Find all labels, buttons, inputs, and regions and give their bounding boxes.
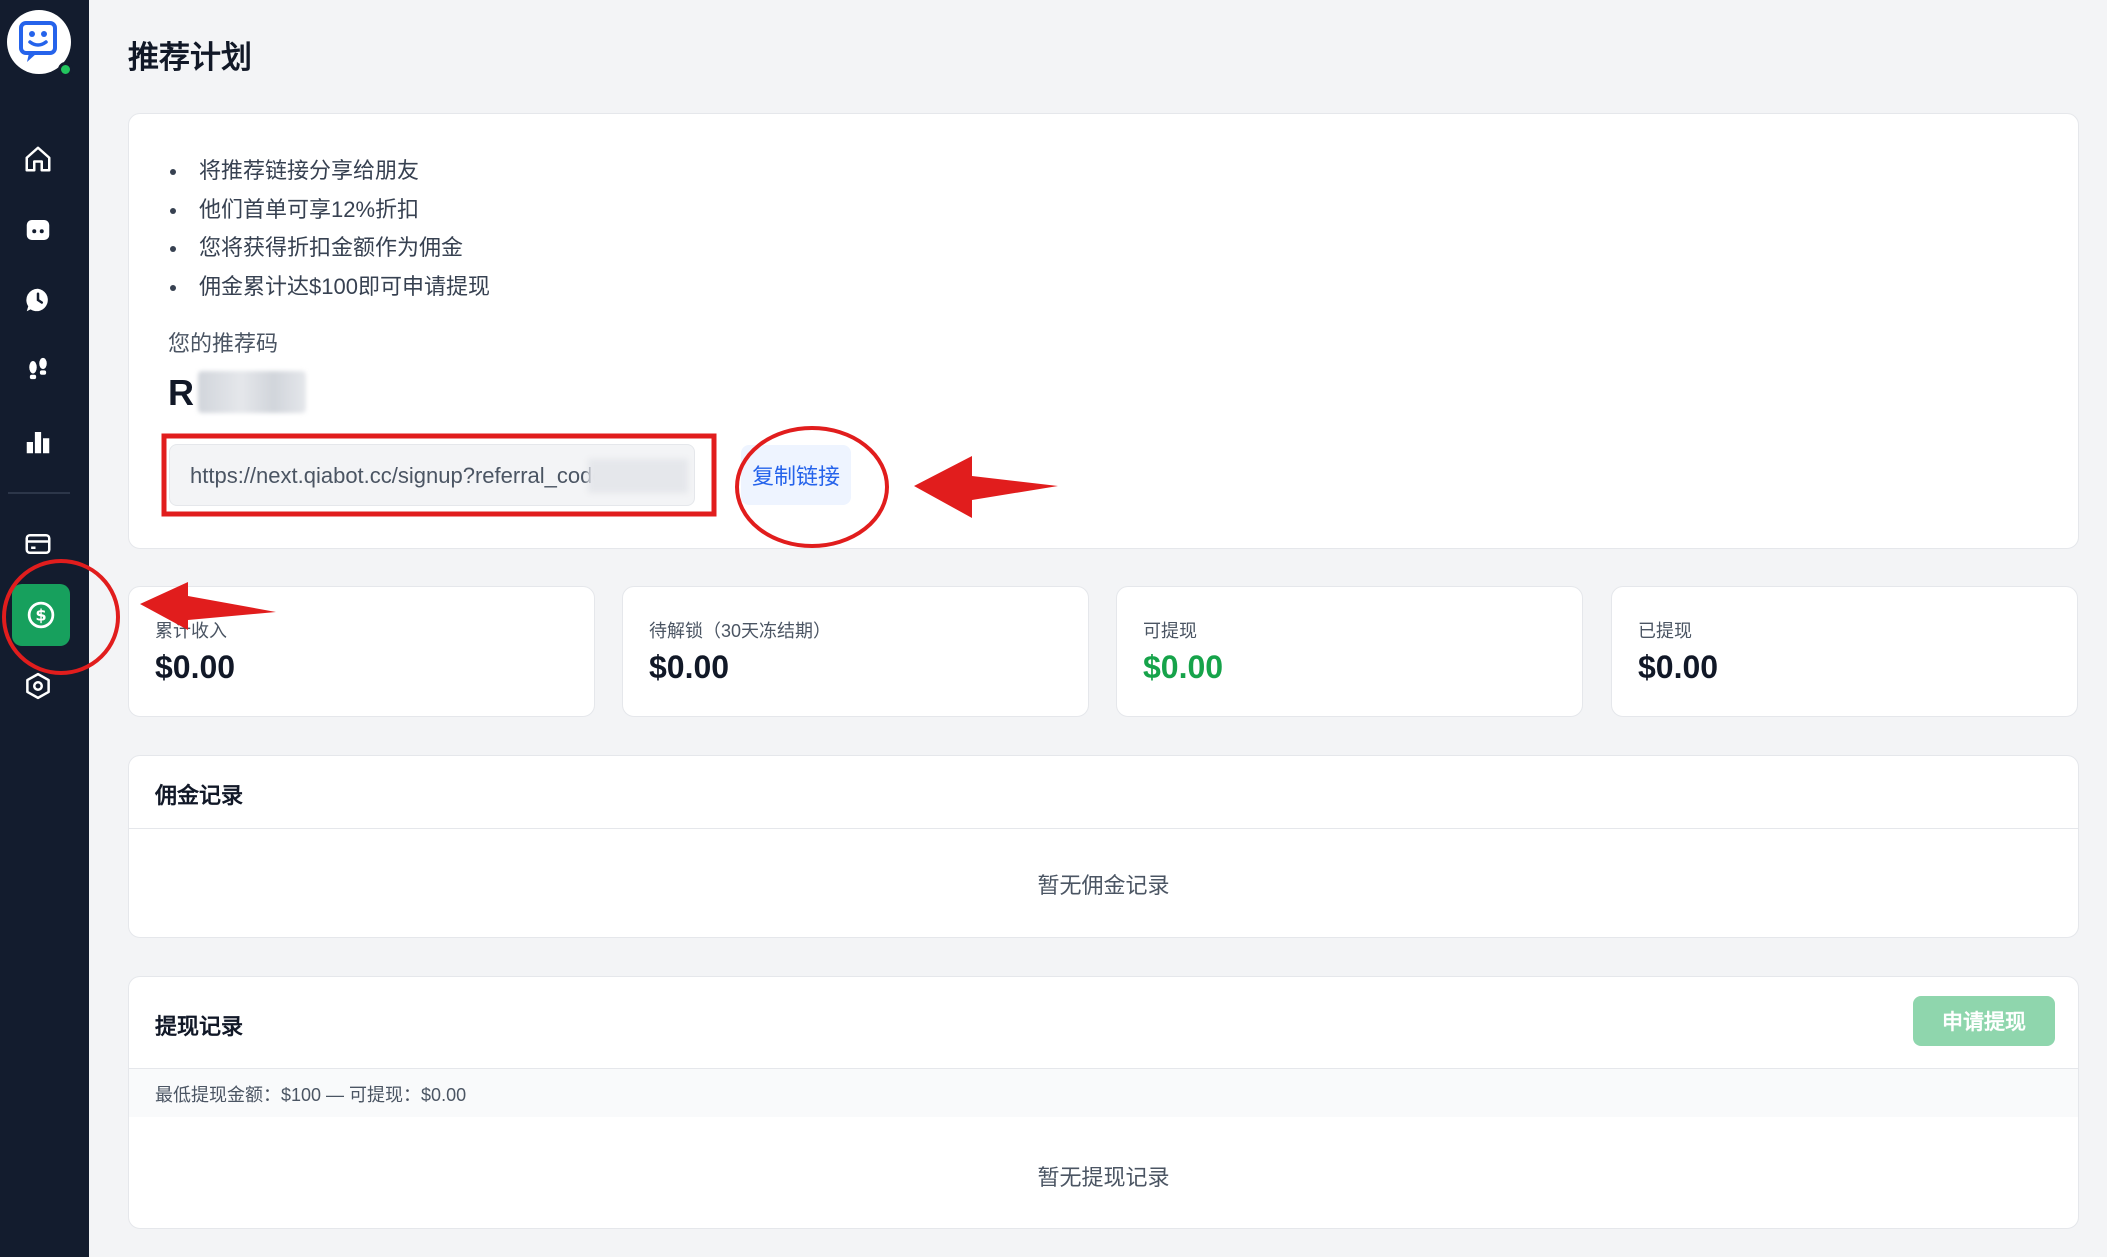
nav-settings[interactable]	[20, 668, 56, 704]
referral-rules-list: 将推荐链接分享给朋友 他们首单可享12%折扣 您将获得折扣金额作为佣金 佣金累计…	[167, 152, 490, 306]
referral-info-card: 将推荐链接分享给朋友 他们首单可享12%折扣 您将获得折扣金额作为佣金 佣金累计…	[128, 113, 2079, 549]
stat-card-withdrawable: 可提现 $0.00	[1116, 586, 1583, 717]
stat-value: $0.00	[155, 649, 236, 685]
chat-history-icon	[26, 288, 48, 312]
copy-link-button[interactable]: 复制链接	[741, 445, 851, 505]
stat-value: $0.00	[649, 649, 730, 685]
nav-billing[interactable]	[20, 526, 56, 562]
withdrawal-records-title: 提现记录	[155, 1014, 244, 1039]
stat-label: 待解锁（30天冻结期）	[649, 621, 832, 641]
nav-analytics[interactable]	[20, 424, 56, 460]
withdrawal-min-text: 最低提现金额：$100 — 可提现：$0.00	[155, 1085, 467, 1105]
nav-divider	[8, 492, 70, 494]
page-title: 推荐计划	[128, 40, 252, 75]
stat-card-pending: 待解锁（30天冻结期） $0.00	[622, 586, 1089, 717]
referral-rule: 您将获得折扣金额作为佣金	[167, 229, 490, 268]
stat-label: 可提现	[1143, 621, 1197, 641]
apply-withdrawal-button[interactable]: 申请提现	[1913, 996, 2055, 1046]
referral-link-text: https://next.qiabot.cc/signup?referral_c…	[190, 463, 618, 488]
sidebar: $	[0, 0, 89, 1257]
stat-label: 累计收入	[155, 621, 227, 641]
stat-card-total-income: 累计收入 $0.00	[128, 586, 595, 717]
referral-code-value: R	[168, 372, 194, 413]
referral-rule: 佣金累计达$100即可申请提现	[167, 268, 490, 307]
referral-code-redaction	[198, 371, 306, 413]
referral-rule: 他们首单可享12%折扣	[167, 191, 490, 230]
withdrawal-empty-text: 暂无提现记录	[1037, 1165, 1170, 1190]
bar-chart-icon	[26, 432, 50, 454]
referral-link-field[interactable]: https://next.qiabot.cc/signup?referral_c…	[169, 444, 695, 506]
home-icon	[25, 146, 51, 172]
stat-label: 已提现	[1638, 621, 1692, 641]
stat-card-withdrawn: 已提现 $0.00	[1611, 586, 2078, 717]
online-status-dot	[58, 62, 73, 77]
withdrawal-records-card: 提现记录 申请提现 最低提现金额：$100 — 可提现：$0.00 暂无提现记录	[128, 976, 2079, 1229]
nav-home[interactable]	[20, 141, 56, 177]
dollar-icon: $	[27, 601, 55, 629]
footprints-icon	[29, 357, 47, 380]
credit-card-icon	[25, 534, 51, 554]
robot-icon	[26, 220, 50, 240]
nav-conversations[interactable]	[20, 282, 56, 318]
nav-bots[interactable]	[20, 212, 56, 248]
commission-records-title: 佣金记录	[155, 783, 244, 808]
divider	[129, 828, 2078, 829]
referral-code-label: 您的推荐码	[168, 331, 279, 356]
stat-value: $0.00	[1638, 649, 1719, 685]
commission-records-card: 佣金记录 暂无佣金记录	[128, 755, 2079, 938]
referral-link-redaction	[588, 459, 688, 493]
referral-rule: 将推荐链接分享给朋友	[167, 152, 490, 191]
nav-tracking[interactable]	[20, 353, 56, 389]
app-logo[interactable]	[7, 10, 73, 77]
stat-value: $0.00	[1143, 649, 1224, 685]
settings-hexagon-icon	[26, 672, 50, 700]
nav-referral[interactable]: $	[12, 584, 70, 646]
withdrawal-info-bar: 最低提现金额：$100 — 可提现：$0.00	[129, 1069, 2078, 1117]
svg-text:$: $	[35, 606, 46, 625]
commission-empty-text: 暂无佣金记录	[1037, 873, 1170, 898]
